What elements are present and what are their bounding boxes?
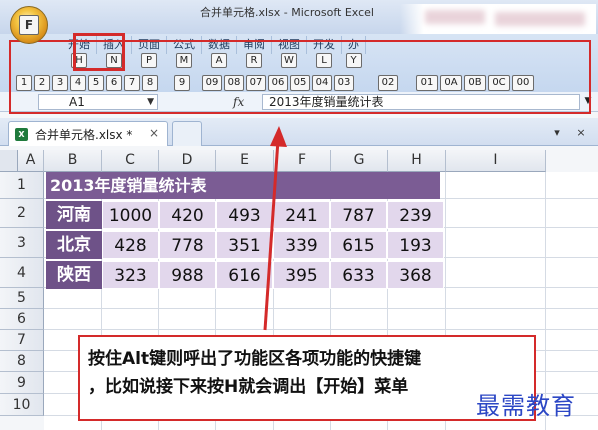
- annotation-callout: 按住Alt键则呼出了功能区各项功能的快捷键 ，比如说接下来按H就会调出【开始】菜…: [78, 335, 536, 421]
- value-cell[interactable]: 368: [387, 261, 444, 289]
- row-header-2[interactable]: 2: [0, 199, 44, 228]
- blurred-region: [495, 12, 585, 26]
- value-cell[interactable]: 193: [387, 231, 444, 259]
- office-button[interactable]: F: [10, 6, 48, 44]
- highlight-frame-ribbon: [9, 40, 591, 114]
- value-cell[interactable]: 351: [216, 231, 273, 259]
- value-cell[interactable]: 616: [216, 261, 273, 289]
- row-header-9[interactable]: 9: [0, 372, 44, 394]
- merged-title-cell[interactable]: 2013年度销量统计表: [46, 172, 440, 199]
- column-header-C[interactable]: C: [102, 150, 159, 172]
- workbook-tab-label: 合并单元格.xlsx *: [35, 128, 133, 142]
- callout-line-2: ，比如说接下来按H就会调出【开始】菜单: [88, 377, 409, 397]
- province-cell[interactable]: 北京: [46, 231, 102, 259]
- select-all-corner[interactable]: [0, 150, 18, 172]
- value-cell[interactable]: 493: [216, 201, 273, 229]
- new-tab-area[interactable]: [172, 121, 202, 146]
- gridline-horizontal: [44, 308, 598, 309]
- value-cell[interactable]: 395: [273, 261, 330, 289]
- value-cell[interactable]: 615: [330, 231, 387, 259]
- value-cell[interactable]: 239: [387, 201, 444, 229]
- window-title: 合并单元格.xlsx - Microsoft Excel: [200, 6, 374, 19]
- watermark: 最需教育: [476, 392, 576, 420]
- gridline-horizontal: [44, 329, 598, 330]
- value-cell[interactable]: 420: [159, 201, 216, 229]
- province-cell[interactable]: 河南: [46, 201, 102, 229]
- excel-file-icon: X: [15, 128, 28, 141]
- value-cell[interactable]: 988: [159, 261, 216, 289]
- row-header-10[interactable]: 10: [0, 394, 44, 416]
- close-icon[interactable]: ×: [149, 126, 159, 140]
- value-cell[interactable]: 241: [273, 201, 330, 229]
- excel-window: 合并单元格.xlsx - Microsoft Excel F 开始 H 插入 N 页面 P…: [0, 0, 598, 430]
- close-window-icon[interactable]: ×: [572, 124, 590, 142]
- workbook-tab[interactable]: X 合并单元格.xlsx * ×: [8, 121, 168, 146]
- row-header-8[interactable]: 8: [0, 351, 44, 372]
- row-header-1[interactable]: 1: [0, 172, 44, 199]
- value-cell[interactable]: 1000: [102, 201, 159, 229]
- value-cell[interactable]: 787: [330, 201, 387, 229]
- column-header-B[interactable]: B: [44, 150, 102, 172]
- column-header-E[interactable]: E: [216, 150, 274, 172]
- row-header-6[interactable]: 6: [0, 309, 44, 330]
- province-cell[interactable]: 陕西: [46, 261, 102, 289]
- column-header-G[interactable]: G: [331, 150, 388, 172]
- row-header-3[interactable]: 3: [0, 228, 44, 258]
- value-cell[interactable]: 428: [102, 231, 159, 259]
- column-header-I[interactable]: I: [446, 150, 546, 172]
- column-header-A[interactable]: A: [18, 150, 44, 172]
- row-header-5[interactable]: 5: [0, 288, 44, 309]
- value-cell[interactable]: 339: [273, 231, 330, 259]
- row-header-7[interactable]: 7: [0, 330, 44, 351]
- column-header-D[interactable]: D: [159, 150, 216, 172]
- column-header-F[interactable]: F: [274, 150, 331, 172]
- row-header-4[interactable]: 4: [0, 258, 44, 288]
- callout-line-1: 按住Alt键则呼出了功能区各项功能的快捷键: [88, 349, 422, 369]
- value-cell[interactable]: 778: [159, 231, 216, 259]
- column-header-H[interactable]: H: [388, 150, 446, 172]
- title-bar: 合并单元格.xlsx - Microsoft Excel: [0, 0, 598, 38]
- value-cell[interactable]: 633: [330, 261, 387, 289]
- blurred-region: [425, 10, 485, 24]
- tab-menu-icon[interactable]: ▾: [548, 124, 566, 142]
- value-cell[interactable]: 323: [102, 261, 159, 289]
- office-button-key-tip: F: [19, 15, 39, 35]
